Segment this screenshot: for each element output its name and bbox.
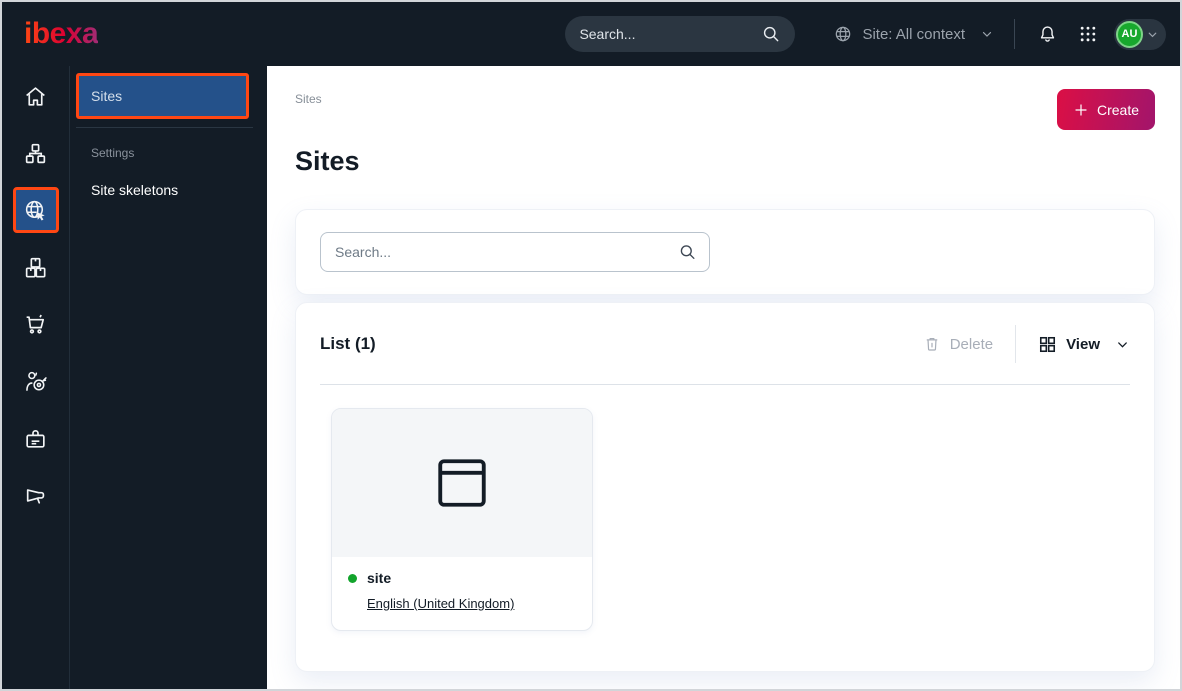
rail-item-content[interactable] [13, 130, 59, 176]
personalization-icon [23, 369, 48, 394]
user-menu[interactable]: AU [1114, 18, 1166, 50]
site-globe-icon [23, 198, 48, 223]
site-context-selector[interactable]: Site: All context [833, 24, 994, 44]
delete-button[interactable]: Delete [923, 335, 993, 353]
browser-window-icon [433, 456, 491, 510]
global-search-input[interactable] [579, 26, 762, 42]
chevron-down-icon [980, 27, 994, 41]
icon-rail [2, 66, 70, 689]
sites-search[interactable] [320, 232, 710, 272]
site-context-label: Site: All context [862, 25, 965, 43]
megaphone-icon [23, 483, 48, 508]
cart-icon [23, 312, 48, 337]
sidebar-item-sites-label: Sites [91, 88, 123, 104]
breadcrumb[interactable]: Sites [295, 89, 322, 106]
sites-list-panel: List (1) Delete View site English (Unite… [295, 302, 1155, 672]
user-avatar: AU [1116, 20, 1143, 48]
site-language-link[interactable]: English (United Kingdom) [367, 596, 514, 611]
search-icon [678, 243, 697, 262]
create-button[interactable]: Create [1056, 89, 1155, 130]
actions-divider [1015, 325, 1017, 363]
trash-icon [923, 335, 941, 353]
search-panel [295, 209, 1155, 295]
view-switcher-label: View [1066, 335, 1100, 353]
rail-item-product-catalog[interactable] [13, 244, 59, 290]
app-switcher-button[interactable] [1074, 20, 1102, 48]
rail-item-commerce[interactable] [13, 301, 59, 347]
rail-item-dashboard[interactable] [13, 73, 59, 119]
view-switcher[interactable]: View [1038, 335, 1130, 354]
chevron-down-icon [1115, 337, 1130, 352]
globe-icon [833, 24, 853, 44]
site-card-preview [332, 409, 592, 557]
app-window: ibexa Site: All context [0, 0, 1182, 691]
create-button-label: Create [1096, 101, 1139, 118]
search-icon [761, 24, 781, 44]
status-dot [348, 573, 357, 583]
site-card[interactable]: site English (United Kingdom) [331, 408, 593, 631]
main-content: Sites Create Sites Search... List (1) De… [267, 66, 1180, 689]
apps-grid-icon [1078, 24, 1098, 44]
rail-item-personalization[interactable] [13, 358, 59, 404]
list-divider [320, 384, 1130, 385]
list-title: List (1) [320, 334, 376, 353]
sidebar-section-settings: Settings [91, 146, 135, 160]
sidebar-item-sites[interactable]: Sites [76, 73, 249, 119]
chevron-down-icon [1146, 28, 1159, 41]
sites-sidebar: Sites Settings Site skeletons [70, 66, 267, 689]
bell-icon [1037, 24, 1058, 45]
topbar-divider [1014, 19, 1015, 49]
content-tree-icon [23, 141, 48, 166]
badge-icon [23, 426, 48, 451]
rail-item-customer-portal[interactable] [13, 415, 59, 461]
notifications-button[interactable] [1033, 20, 1062, 49]
sidebar-item-site-skeletons[interactable]: Site skeletons [70, 160, 178, 198]
grid-view-icon [1038, 335, 1057, 354]
page-title: Sites [295, 146, 360, 176]
rail-item-marketing[interactable] [13, 472, 59, 518]
delete-button-label: Delete [949, 335, 994, 353]
global-search[interactable] [565, 16, 796, 52]
rail-item-site-management[interactable] [12, 187, 59, 233]
site-name: site [367, 570, 392, 586]
sites-search-input[interactable] [320, 232, 710, 272]
plus-icon [1073, 102, 1089, 118]
sites-grid: site English (United Kingdom) [331, 408, 1130, 631]
blocks-icon [23, 255, 48, 280]
ibexa-logo[interactable]: ibexa [24, 17, 99, 51]
topbar: ibexa Site: All context [2, 2, 1180, 66]
home-icon [23, 84, 48, 109]
